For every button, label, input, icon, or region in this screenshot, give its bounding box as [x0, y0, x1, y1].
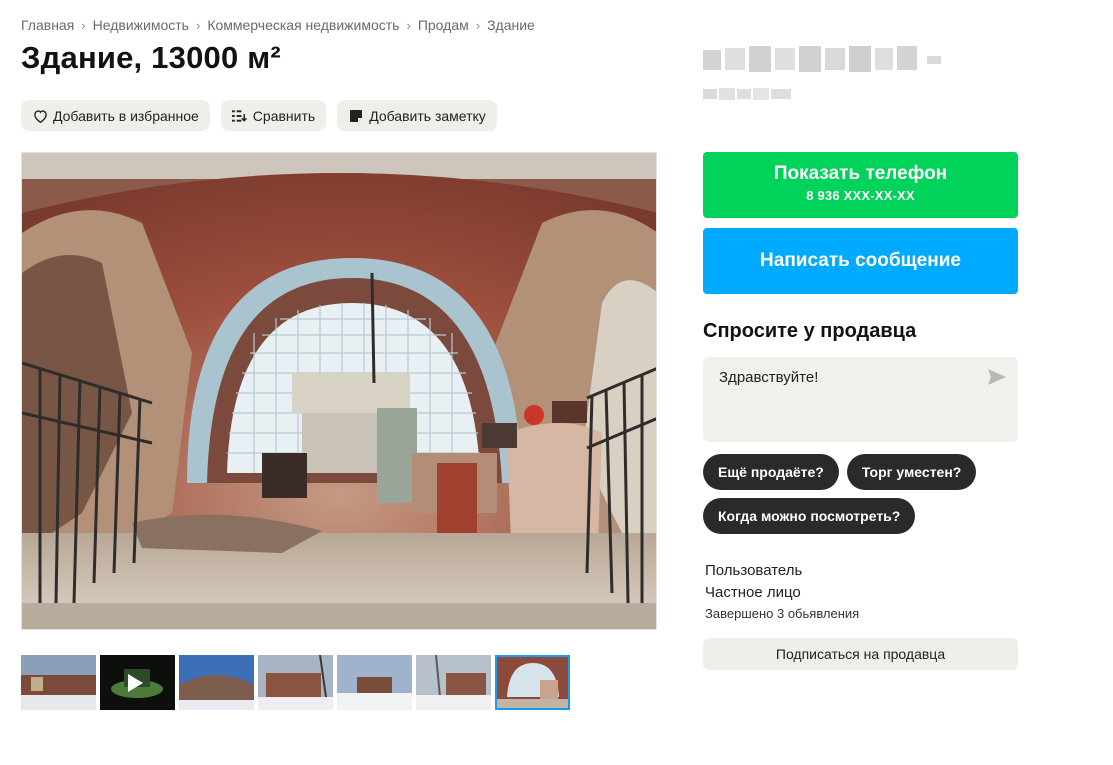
thumbnail-4[interactable]: [258, 655, 333, 710]
subscribe-seller-button[interactable]: Подписаться на продавца: [703, 638, 1018, 670]
ask-seller-heading: Спросите у продавца: [703, 320, 917, 342]
add-note-button[interactable]: Добавить заметку: [337, 100, 497, 131]
add-to-favorites-button[interactable]: Добавить в избранное: [21, 100, 210, 131]
seller-info: Пользователь Частное лицо Завершено 3 об…: [705, 560, 859, 624]
redacted-contact: [703, 46, 941, 72]
note-icon: [348, 108, 364, 124]
main-photo[interactable]: [21, 152, 657, 630]
compare-icon: [232, 108, 248, 124]
breadcrumb-commercial[interactable]: Коммерческая недвижимость: [207, 17, 399, 33]
quick-reply-still-selling[interactable]: Ещё продаёте?: [703, 454, 839, 490]
quick-replies-row-1: Ещё продаёте? Торг уместен?: [703, 454, 977, 490]
chevron-right-icon: ›: [406, 17, 411, 33]
heart-icon: [32, 108, 48, 124]
add-to-favorites-label: Добавить в избранное: [53, 107, 199, 124]
thumbnail-strip: [21, 655, 570, 710]
show-phone-button[interactable]: Показать телефон 8 936 XXX-XX-XX: [703, 152, 1018, 218]
seller-name[interactable]: Пользователь: [705, 560, 859, 582]
thumbnail-7-active[interactable]: [495, 655, 570, 710]
quick-reply-viewing-time[interactable]: Когда можно посмотреть?: [703, 498, 916, 534]
play-icon: [128, 674, 143, 692]
listing-actions: Добавить в избранное Сравнить Добавить з…: [21, 100, 497, 131]
chevron-right-icon: ›: [81, 17, 86, 33]
thumbnail-1[interactable]: [21, 655, 96, 710]
chevron-right-icon: ›: [475, 17, 481, 33]
chevron-right-icon: ›: [195, 17, 201, 33]
masked-phone-number: 8 936 XXX-XX-XX: [806, 188, 915, 203]
breadcrumb-home[interactable]: Главная: [21, 17, 74, 33]
compare-label: Сравнить: [252, 107, 316, 124]
compare-button[interactable]: Сравнить: [220, 100, 327, 131]
message-text: Здравствуйте!: [719, 369, 819, 386]
thumbnail-video[interactable]: [100, 655, 175, 710]
redacted-subtitle: [703, 88, 791, 100]
send-icon[interactable]: [988, 369, 1006, 385]
show-phone-label: Показать телефон: [773, 163, 948, 184]
quick-reply-bargain[interactable]: Торг уместен?: [846, 454, 977, 490]
breadcrumb-building[interactable]: Здание: [487, 17, 535, 33]
breadcrumb: Главная › Недвижимость › Коммерческая не…: [21, 17, 535, 33]
breadcrumb-sell[interactable]: Продам: [418, 17, 469, 33]
seller-stats: Завершено 3 обьявления: [705, 606, 860, 621]
page-title: Здание, 13000 м²: [21, 40, 281, 75]
thumbnail-6[interactable]: [416, 655, 491, 710]
write-message-button[interactable]: Написать сообщение: [703, 228, 1018, 294]
seller-type: Частное лицо: [705, 584, 801, 601]
quick-replies-row-2: Когда можно посмотреть?: [703, 498, 916, 534]
add-note-label: Добавить заметку: [369, 107, 486, 124]
message-input[interactable]: Здравствуйте!: [703, 357, 1018, 442]
breadcrumb-realty[interactable]: Недвижимость: [93, 17, 189, 33]
thumbnail-5[interactable]: [337, 655, 412, 710]
thumbnail-3[interactable]: [179, 655, 254, 710]
